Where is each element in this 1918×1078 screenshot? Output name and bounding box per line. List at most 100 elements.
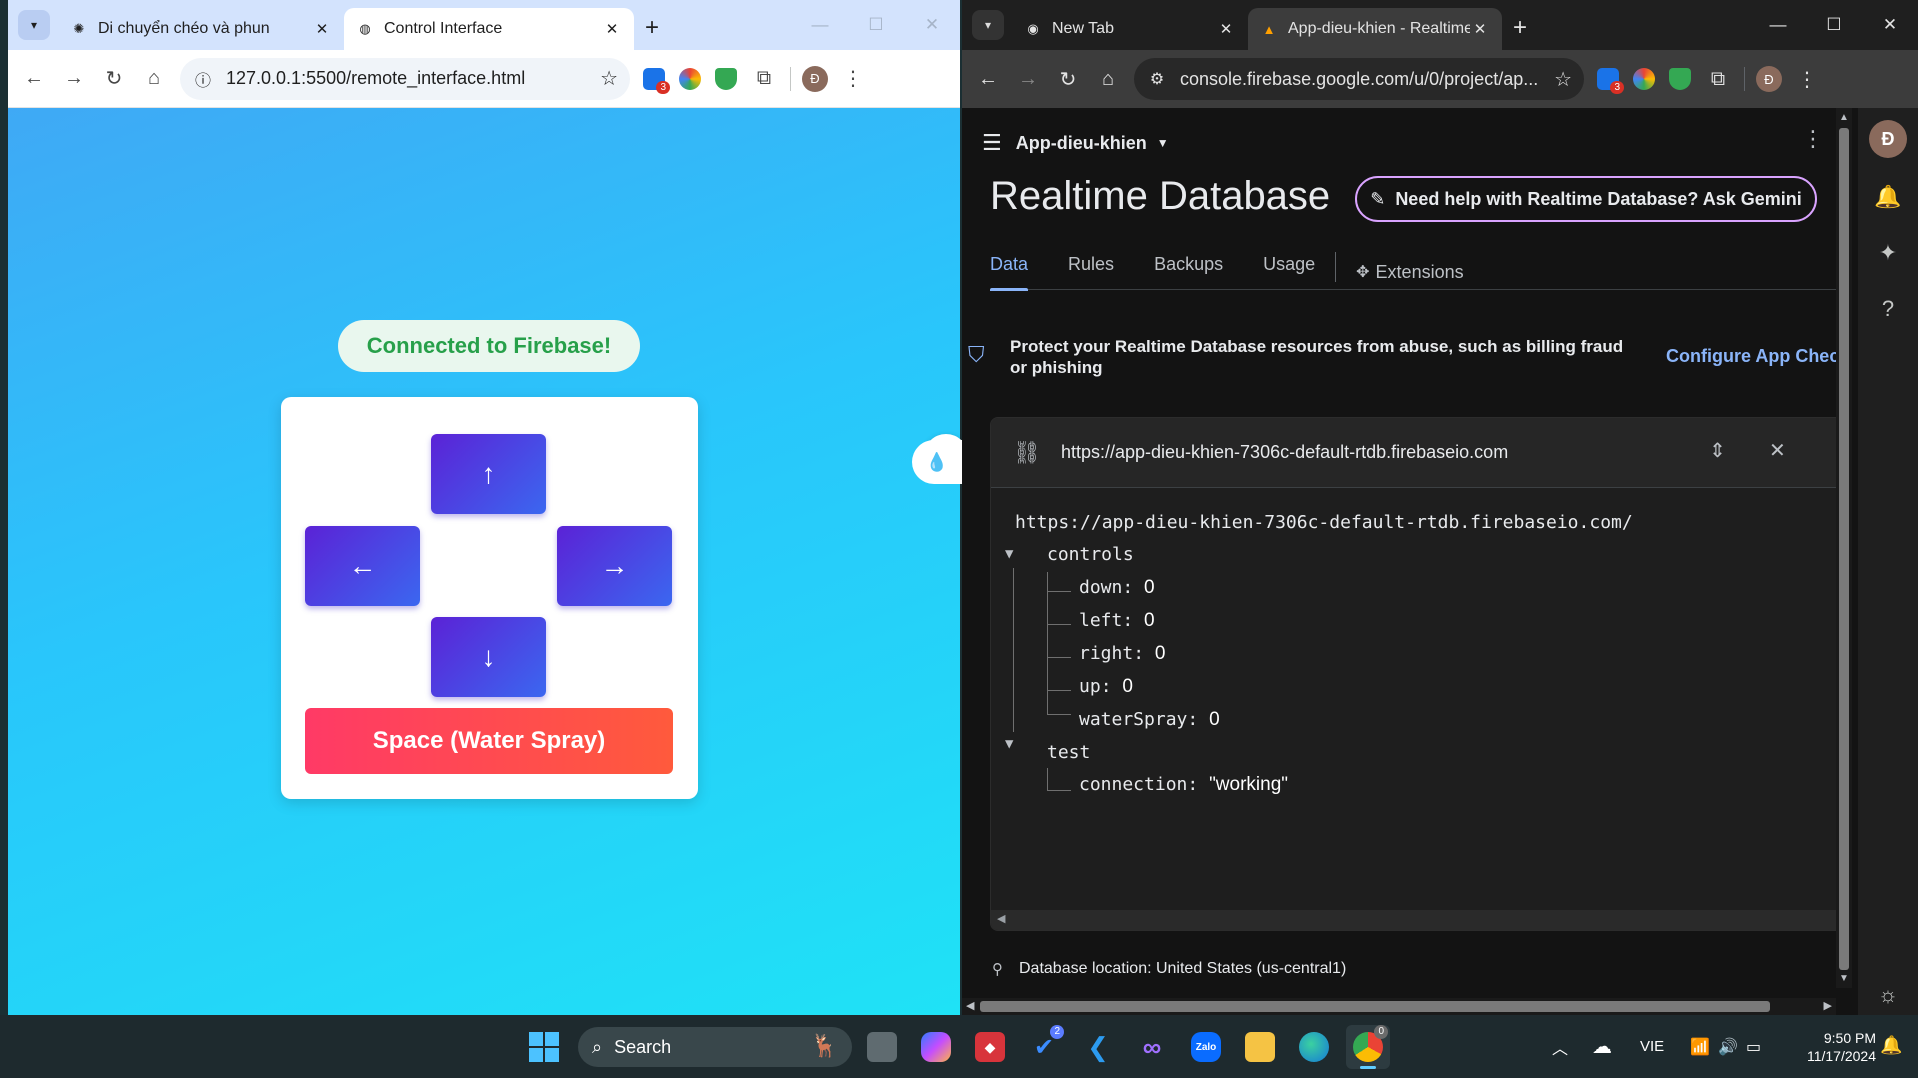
extensions-puzzle-button[interactable]: ⧉ — [1698, 59, 1738, 99]
gemini-sparkle-icon[interactable]: ✦ — [1871, 236, 1905, 270]
down-button[interactable]: ↓ — [431, 617, 546, 697]
bookmark-star-icon[interactable]: ☆ — [600, 66, 618, 91]
bookmark-star-icon[interactable]: ☆ — [1554, 67, 1572, 92]
shield-extension-button[interactable] — [708, 61, 744, 97]
tree-node-left[interactable]: left: 0 — [1079, 610, 1155, 632]
collapse-controls-icon[interactable]: ▼ — [1005, 546, 1013, 562]
colorful-extension-button[interactable] — [672, 61, 708, 97]
project-selector[interactable]: App-dieu-khien — [1016, 133, 1147, 154]
language-indicator[interactable]: VIE — [1640, 1015, 1664, 1078]
reload-button[interactable]: ↻ — [1048, 59, 1088, 99]
expand-all-icon[interactable]: ⇕ — [1709, 438, 1726, 463]
scroll-down-icon[interactable]: ▼ — [1839, 973, 1849, 984]
new-tab-button[interactable]: + — [1502, 10, 1538, 46]
up-button[interactable]: ↑ — [431, 434, 546, 514]
colorful-extension-button[interactable] — [1626, 61, 1662, 97]
scrollbar-thumb[interactable] — [1839, 128, 1849, 970]
tree-node-up[interactable]: up: 0 — [1079, 676, 1133, 698]
close-window-icon[interactable]: ✕ — [1862, 8, 1918, 42]
tab-new-tab[interactable]: ◉ New Tab ✕ — [1012, 8, 1248, 50]
gemini-float-button-right[interactable]: 💧 — [912, 440, 962, 484]
collapse-test-icon[interactable]: ▼ — [1005, 736, 1013, 752]
dropdown-caret-icon[interactable]: ▼ — [1157, 136, 1169, 150]
site-info-icon[interactable]: ⓘ — [192, 67, 214, 91]
onedrive-cloud-icon[interactable]: ☁ — [1592, 1015, 1612, 1078]
browser-menu-button[interactable]: ⋮ — [1787, 59, 1827, 99]
file-explorer-button[interactable] — [1238, 1025, 1282, 1069]
todo-app-button[interactable]: ✔ 2 — [1022, 1025, 1066, 1069]
tree-node-controls[interactable]: controls — [1047, 544, 1134, 565]
close-tab-icon[interactable]: ✕ — [312, 20, 332, 38]
site-settings-icon[interactable]: ⚙ — [1146, 69, 1168, 89]
extensions-puzzle-button[interactable]: ⧉ — [744, 59, 784, 99]
vscode-button[interactable]: ❮ — [1076, 1025, 1120, 1069]
tree-node-waterspray[interactable]: waterSpray: 0 — [1079, 709, 1220, 731]
shield-extension-button[interactable] — [1662, 61, 1698, 97]
forward-button[interactable]: → — [54, 59, 94, 99]
page-vertical-scrollbar[interactable]: ▲ ▼ — [1836, 108, 1852, 988]
scroll-up-icon[interactable]: ▲ — [1839, 112, 1849, 123]
tree-node-down[interactable]: down: 0 — [1079, 577, 1155, 599]
tab-rules[interactable]: Rules — [1068, 246, 1114, 290]
visual-studio-button[interactable]: ∞ — [1130, 1025, 1174, 1069]
extension-button[interactable]: 3 — [1590, 61, 1626, 97]
notification-bell-icon[interactable]: 🔔 — [1880, 1035, 1902, 1056]
more-options-icon[interactable]: ⋮ — [1802, 126, 1824, 152]
tree-node-right[interactable]: right: 0 — [1079, 643, 1165, 665]
back-button[interactable]: ← — [968, 59, 1008, 99]
profile-button[interactable]: Đ — [1751, 61, 1787, 97]
close-tab-icon[interactable]: ✕ — [602, 20, 622, 38]
profile-button[interactable]: Đ — [797, 61, 833, 97]
home-button[interactable]: ⌂ — [1088, 59, 1128, 99]
close-window-icon[interactable]: ✕ — [904, 8, 960, 42]
tab-search-button[interactable]: ▾ — [18, 10, 50, 40]
notifications-bell-icon[interactable]: 🔔 — [1871, 180, 1905, 214]
edge-button[interactable] — [1292, 1025, 1336, 1069]
page-horizontal-scrollbar[interactable]: ◀ ▶ — [962, 998, 1836, 1015]
taskbar-search[interactable]: ⌕ Search 🦌 — [578, 1027, 852, 1067]
configure-app-check-link[interactable]: Configure App Check — [1666, 346, 1836, 367]
zalo-button[interactable]: Zalo — [1184, 1025, 1228, 1069]
extension-button[interactable]: 3 — [636, 61, 672, 97]
back-button[interactable]: ← — [14, 59, 54, 99]
data-panel-scrollbar[interactable]: ◀ — [991, 910, 1836, 930]
scroll-left-icon[interactable]: ◀ — [966, 999, 974, 1012]
tab-di-chuyen[interactable]: ✺ Di chuyển chéo và phun ✕ — [58, 8, 344, 50]
ask-gemini-button[interactable]: ✎ Need help with Realtime Database? Ask … — [1355, 176, 1817, 222]
tab-search-button[interactable]: ▾ — [972, 10, 1004, 40]
tree-node-test[interactable]: test — [1047, 742, 1090, 763]
new-tab-button[interactable]: + — [634, 10, 670, 46]
battery-icon[interactable]: ▭ — [1746, 1015, 1761, 1078]
volume-icon[interactable]: 🔊 — [1718, 1015, 1738, 1078]
clock[interactable]: 9:50 PM 11/17/2024 — [1786, 1029, 1876, 1065]
water-spray-button[interactable]: Space (Water Spray) — [305, 708, 673, 774]
scroll-left-icon[interactable]: ◀ — [997, 912, 1005, 925]
scroll-right-icon[interactable]: ▶ — [1824, 999, 1832, 1012]
right-button[interactable]: → — [557, 526, 672, 606]
close-tab-icon[interactable]: ✕ — [1470, 20, 1490, 38]
tab-data[interactable]: Data — [990, 246, 1029, 291]
minimize-icon[interactable]: — — [792, 8, 848, 42]
task-view-button[interactable] — [860, 1025, 904, 1069]
home-button[interactable]: ⌂ — [134, 59, 174, 99]
reload-button[interactable]: ↻ — [94, 59, 134, 99]
forward-button[interactable]: → — [1008, 59, 1048, 99]
browser-menu-button[interactable]: ⋮ — [833, 59, 873, 99]
show-hidden-icons[interactable]: ︿ — [1552, 1015, 1568, 1078]
tab-firebase[interactable]: ▲ App-dieu-khien - Realtime Data ✕ — [1248, 8, 1502, 50]
close-tab-icon[interactable]: ✕ — [1216, 20, 1236, 38]
tree-node-connection[interactable]: connection: "working" — [1079, 774, 1288, 796]
tab-backups[interactable]: Backups — [1154, 246, 1223, 290]
tab-control-interface[interactable]: ◍ Control Interface ✕ — [344, 8, 634, 50]
tab-extensions[interactable]: ✥ Extensions — [1356, 246, 1463, 290]
collapse-all-icon[interactable]: ✕ — [1769, 438, 1786, 463]
left-button[interactable]: ← — [305, 526, 420, 606]
theme-brightness-icon[interactable]: ☼ — [1871, 978, 1905, 1012]
copilot-button[interactable] — [914, 1025, 958, 1069]
chrome-button[interactable]: 0 — [1346, 1025, 1390, 1069]
address-bar[interactable]: ⓘ 127.0.0.1:5500/remote_interface.html ☆ — [180, 57, 630, 100]
maximize-icon[interactable]: ☐ — [848, 8, 904, 42]
maximize-icon[interactable]: ☐ — [1806, 8, 1862, 42]
start-button[interactable] — [522, 1025, 566, 1069]
address-bar[interactable]: ⚙ console.firebase.google.com/u/0/projec… — [1134, 58, 1584, 100]
